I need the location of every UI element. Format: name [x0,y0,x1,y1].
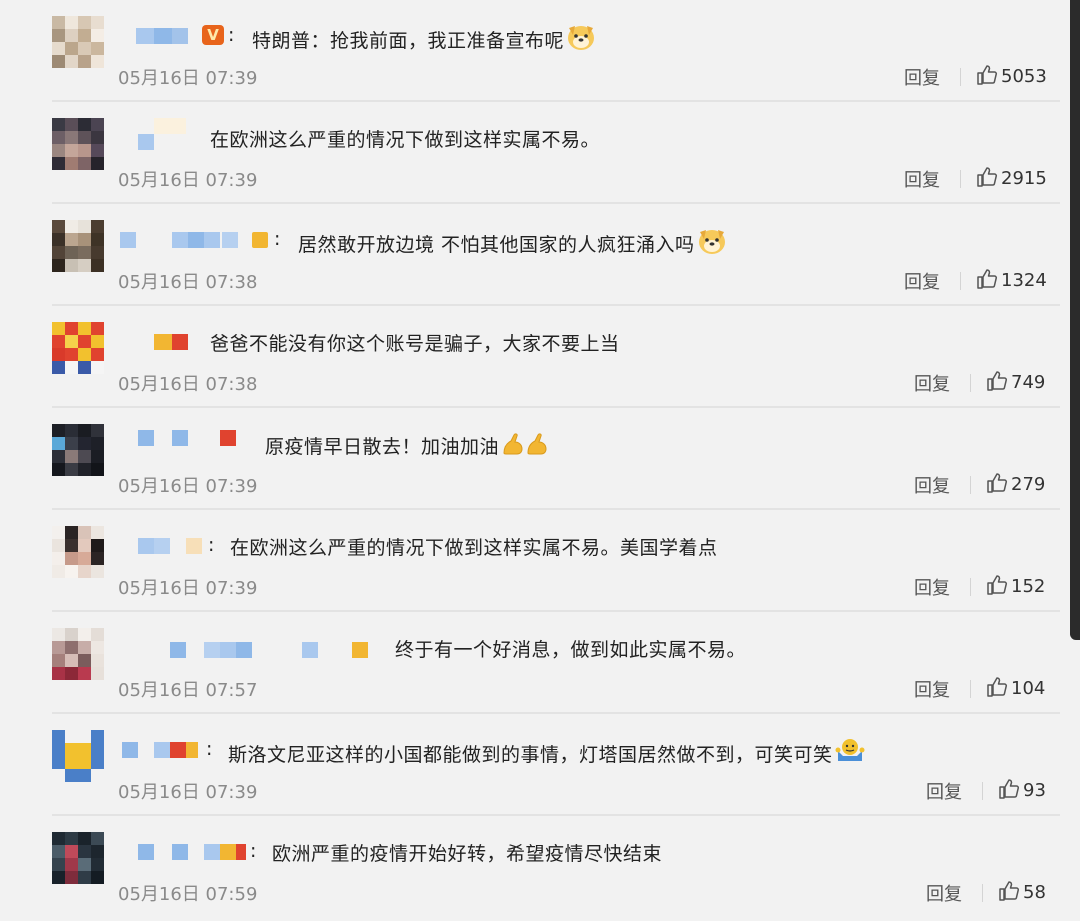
separator [970,374,971,392]
thumbs-up-icon[interactable] [998,778,1020,800]
reply-button[interactable]: 回复 [914,574,950,600]
comment-text: 特朗普：抢我前面，我正准备宣布呢 [252,23,596,53]
reply-button[interactable]: 回复 [926,778,962,804]
thumbs-up-icon[interactable] [986,676,1008,698]
like-count: 104 [1011,678,1046,699]
comment-text: 爸爸不能没有你这个账号是骗子，大家不要上当 [210,333,620,355]
like-count: 152 [1011,576,1046,597]
comment-item: : 欧洲严重的疫情开始好转，希望疫情尽快结束 05月16日 07:59 回复 5… [0,816,1070,921]
comment-text: 原疫情早日散去！加油加油 [265,431,551,459]
comment-item: : 在欧洲这么严重的情况下做到这样实属不易。美国学着点 05月16日 07:39… [0,510,1070,612]
colon: : [228,24,235,46]
comment-item: 爸爸不能没有你这个账号是骗子，大家不要上当 05月16日 07:38 回复 74… [0,306,1070,408]
comment-list-page: V : 特朗普：抢我前面，我正准备宣布呢 05月16日 07:39 回复 505… [0,0,1080,921]
thumbs-up-icon[interactable] [986,370,1008,392]
thumbs-up-icon[interactable] [976,166,998,188]
avatar[interactable] [52,322,104,374]
separator [970,476,971,494]
thumbs-up-icon[interactable] [998,880,1020,902]
like-count: 279 [1011,474,1046,495]
avatar[interactable] [52,730,104,782]
colon: : [206,738,213,760]
avatar[interactable] [52,832,104,884]
thumbs-up-icon[interactable] [976,268,998,290]
comment-timestamp: 05月16日 07:59 [118,884,258,905]
comment-item: 终于有一个好消息，做到如此实属不易。 05月16日 07:57 回复 104 [0,612,1070,714]
comment-timestamp: 05月16日 07:39 [118,476,258,497]
separator [970,578,971,596]
reply-button[interactable]: 回复 [904,64,940,90]
reply-button[interactable]: 回复 [914,370,950,396]
dog-face-emoji-icon [698,230,725,254]
separator [960,170,961,188]
avatar[interactable] [52,628,104,680]
comment-timestamp: 05月16日 07:39 [118,68,258,89]
thumbs-up-icon[interactable] [976,64,998,86]
like-count: 749 [1011,372,1046,393]
comment-text: 在欧洲这么严重的情况下做到这样实属不易。美国学着点 [230,537,718,559]
like-count: 93 [1023,780,1046,801]
flexed-biceps-emoji-icon [503,433,547,455]
like-count: 58 [1023,882,1046,903]
avatar[interactable] [52,16,104,68]
comment-text: 终于有一个好消息，做到如此实属不易。 [395,639,747,661]
reply-button[interactable]: 回复 [914,472,950,498]
comment-timestamp: 05月16日 07:39 [118,782,258,803]
like-count: 5053 [1001,66,1047,87]
separator [982,782,983,800]
reply-button[interactable]: 回复 [926,880,962,906]
reply-button[interactable]: 回复 [904,268,940,294]
colon: : [208,534,215,556]
comment-timestamp: 05月16日 07:39 [118,578,258,599]
thumbs-up-icon[interactable] [986,472,1008,494]
scrollbar[interactable] [1070,0,1080,640]
separator [982,884,983,902]
reply-button[interactable]: 回复 [904,166,940,192]
vip-badge-icon: V [202,25,224,45]
colon: : [250,840,257,862]
avatar[interactable] [52,526,104,578]
comment-text: 在欧洲这么严重的情况下做到这样实属不易。 [210,129,601,151]
separator [960,68,961,86]
shrugging-emoji-icon [835,739,865,761]
avatar[interactable] [52,220,104,272]
avatar[interactable] [52,118,104,170]
comment-timestamp: 05月16日 07:38 [118,374,258,395]
thumbs-up-icon[interactable] [986,574,1008,596]
comment-item: 原疫情早日散去！加油加油 05月16日 07:39 回复 279 [0,408,1070,510]
separator [960,272,961,290]
separator [970,680,971,698]
comment-text: 居然敢开放边境 不怕其他国家的人疯狂涌入吗 [298,227,727,257]
comment-item: : 居然敢开放边境 不怕其他国家的人疯狂涌入吗 05月16日 07:38 回复 … [0,204,1070,306]
comment-timestamp: 05月16日 07:39 [118,170,258,191]
colon: : [274,228,281,250]
dog-face-emoji-icon [568,26,595,50]
comment-item: : 斯洛文尼亚这样的小国都能做到的事情，灯塔国居然做不到，可笑可笑 05月16日… [0,714,1070,816]
comment-item: V : 特朗普：抢我前面，我正准备宣布呢 05月16日 07:39 回复 505… [0,0,1070,102]
comment-timestamp: 05月16日 07:38 [118,272,258,293]
like-count: 1324 [1001,270,1047,291]
comment-text: 欧洲严重的疫情开始好转，希望疫情尽快结束 [272,843,663,865]
avatar[interactable] [52,424,104,476]
like-count: 2915 [1001,168,1047,189]
comment-timestamp: 05月16日 07:57 [118,680,258,701]
comment-item: 在欧洲这么严重的情况下做到这样实属不易。 05月16日 07:39 回复 291… [0,102,1070,204]
comment-text: 斯洛文尼亚这样的小国都能做到的事情，灯塔国居然做不到，可笑可笑 [228,737,865,767]
reply-button[interactable]: 回复 [914,676,950,702]
